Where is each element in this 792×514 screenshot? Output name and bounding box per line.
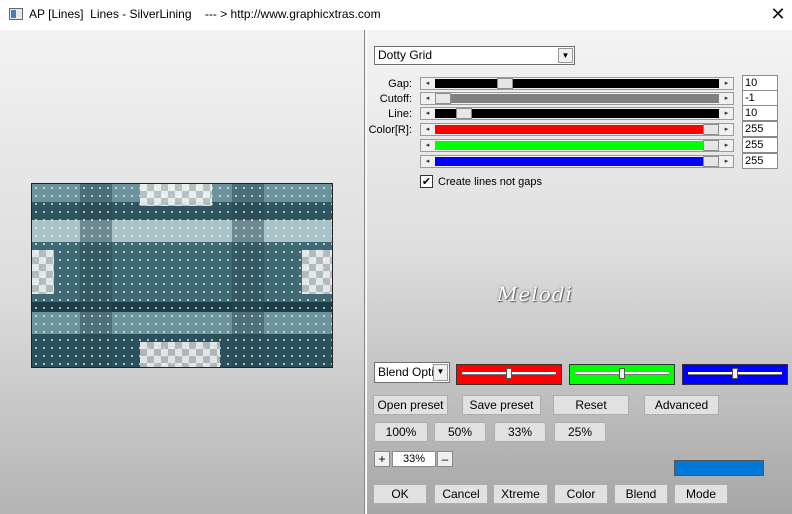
blend-options-dropdown[interactable]: Blend Opti ▼ <box>374 362 450 383</box>
color-button[interactable]: Color <box>554 484 608 504</box>
slider[interactable]: ◂ ▸ <box>420 139 734 152</box>
preset-dropdown[interactable]: Dotty Grid ▼ <box>374 46 575 65</box>
advanced-button[interactable]: Advanced <box>644 395 719 415</box>
arrow-right-icon[interactable]: ▸ <box>720 108 733 119</box>
slider-value-field[interactable]: 255 <box>742 121 778 137</box>
slider-thumb[interactable] <box>497 78 513 89</box>
window-title: AP [Lines] Lines - SilverLining --- > ht… <box>29 7 381 21</box>
slider-label: Gap: <box>388 78 412 90</box>
melodi-logo: Melodi <box>497 282 573 306</box>
create-lines-row[interactable]: ✔ Create lines not gaps <box>420 175 542 188</box>
title-bar: AP [Lines] Lines - SilverLining --- > ht… <box>0 0 792 30</box>
ok-button[interactable]: OK <box>373 484 427 504</box>
color-panel-thumb[interactable] <box>619 368 625 379</box>
slider[interactable]: ◂ ▸ <box>420 77 734 90</box>
slider-label: Cutoff: <box>379 93 412 105</box>
color-panel-slider[interactable] <box>688 368 782 379</box>
blend-button[interactable]: Blend <box>614 484 668 504</box>
chevron-down-icon[interactable]: ▼ <box>558 48 573 63</box>
zoom-100-button[interactable]: 100% <box>374 422 428 442</box>
slider-value-field[interactable]: -1 <box>742 90 778 106</box>
preview-image[interactable] <box>31 183 333 368</box>
color-panel-thumb[interactable] <box>732 368 738 379</box>
zoom-50-button[interactable]: 50% <box>434 422 486 442</box>
zoom-decrease-button[interactable]: – <box>437 451 453 467</box>
slider-track[interactable] <box>435 157 719 166</box>
save-preset-button[interactable]: Save preset <box>462 395 541 415</box>
chevron-down-icon[interactable]: ▼ <box>433 364 448 381</box>
slider[interactable]: ◂ ▸ <box>420 92 734 105</box>
cancel-button[interactable]: Cancel <box>434 484 488 504</box>
slider-value-field[interactable]: 10 <box>742 75 778 91</box>
slider-track[interactable] <box>435 109 719 118</box>
slider-track[interactable] <box>435 141 719 150</box>
arrow-left-icon[interactable]: ◂ <box>421 124 434 135</box>
zoom-increase-button[interactable]: + <box>374 451 390 467</box>
color-panel[interactable] <box>569 364 675 385</box>
zoom-25-button[interactable]: 25% <box>554 422 606 442</box>
arrow-left-icon[interactable]: ◂ <box>421 78 434 89</box>
open-preset-button[interactable]: Open preset <box>373 395 448 415</box>
arrow-left-icon[interactable]: ◂ <box>421 108 434 119</box>
slider-value-field[interactable]: 255 <box>742 153 778 169</box>
reset-button[interactable]: Reset <box>553 395 629 415</box>
slider-thumb[interactable] <box>703 140 719 151</box>
arrow-left-icon[interactable]: ◂ <box>421 140 434 151</box>
slider-track[interactable] <box>435 79 719 88</box>
transparent-region <box>302 250 332 294</box>
slider-value-field[interactable]: 255 <box>742 137 778 153</box>
slider-track[interactable] <box>435 125 719 134</box>
zoom-33-button[interactable]: 33% <box>494 422 546 442</box>
arrow-left-icon[interactable]: ◂ <box>421 156 434 167</box>
slider[interactable]: ◂ ▸ <box>420 155 734 168</box>
slider-thumb[interactable] <box>703 156 719 167</box>
create-lines-label: Create lines not gaps <box>438 175 542 188</box>
pane-divider <box>364 30 366 514</box>
xtreme-button[interactable]: Xtreme <box>493 484 548 504</box>
zoom-field[interactable]: 33% <box>392 451 436 467</box>
arrow-right-icon[interactable]: ▸ <box>720 140 733 151</box>
slider[interactable]: ◂ ▸ <box>420 107 734 120</box>
slider-value-field[interactable]: 10 <box>742 105 778 121</box>
transparent-region <box>32 250 54 294</box>
color-panel[interactable] <box>456 364 562 385</box>
arrow-right-icon[interactable]: ▸ <box>720 124 733 135</box>
arrow-right-icon[interactable]: ▸ <box>720 156 733 167</box>
transparent-region <box>140 184 212 206</box>
slider[interactable]: ◂ ▸ <box>420 123 734 136</box>
app-icon <box>9 8 23 20</box>
slider-thumb[interactable] <box>435 93 451 104</box>
arrow-right-icon[interactable]: ▸ <box>720 93 733 104</box>
mode-button[interactable]: Mode <box>674 484 728 504</box>
slider-thumb[interactable] <box>703 124 719 135</box>
slider-label: Line: <box>388 108 412 120</box>
preset-dropdown-value: Dotty Grid <box>378 48 433 62</box>
create-lines-checkbox[interactable]: ✔ <box>420 175 433 188</box>
arrow-left-icon[interactable]: ◂ <box>421 93 434 104</box>
blend-options-value: Blend Opti <box>378 365 435 379</box>
color-swatch[interactable] <box>674 460 764 476</box>
color-panel-slider[interactable] <box>462 368 556 379</box>
close-icon[interactable]: ✕ <box>764 2 792 28</box>
color-panel-thumb[interactable] <box>506 368 512 379</box>
slider-thumb[interactable] <box>456 108 472 119</box>
transparent-region <box>140 342 220 367</box>
slider-label: Color[R]: <box>368 124 412 136</box>
slider-track[interactable] <box>435 94 719 103</box>
color-panel-slider[interactable] <box>575 368 669 379</box>
color-panel[interactable] <box>682 364 788 385</box>
arrow-right-icon[interactable]: ▸ <box>720 78 733 89</box>
